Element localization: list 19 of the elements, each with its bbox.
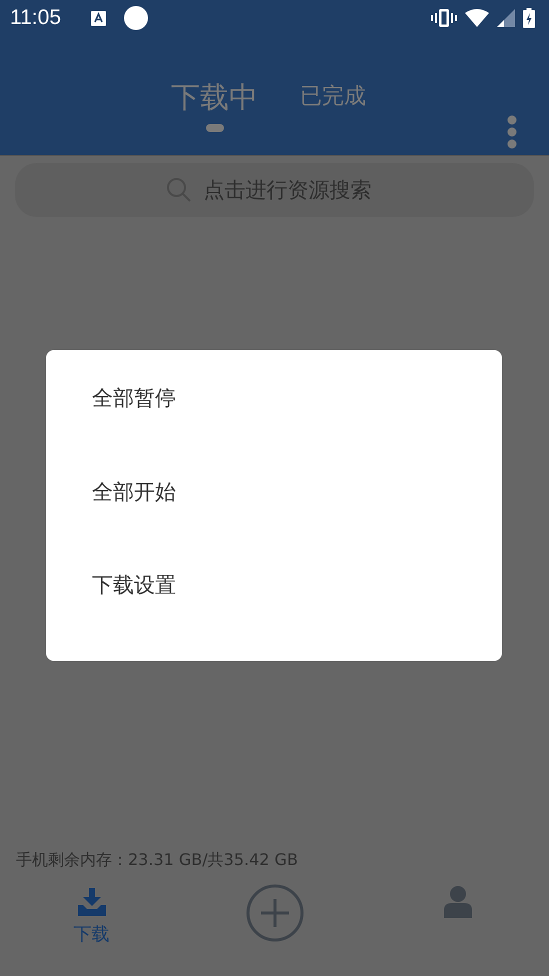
storage-text: 手机剩余内存：23.31 GB/共35.42 GB <box>15 850 299 870</box>
person-icon[interactable] <box>444 886 472 918</box>
nav-label[interactable]: 下载 <box>74 922 110 946</box>
tab[interactable]: 下载中 <box>171 78 258 116</box>
signal-icon <box>497 9 515 27</box>
add-icon[interactable] <box>246 884 304 942</box>
menu-item[interactable]: 全部开始 <box>46 474 502 568</box>
download-icon[interactable] <box>78 888 106 916</box>
tab[interactable]: 已完成 <box>300 78 366 112</box>
status-time: 11:05 <box>10 6 61 30</box>
tab-indicator <box>206 124 224 132</box>
battery-icon <box>523 8 535 28</box>
wifi-icon <box>465 9 489 27</box>
menu-item[interactable]: 全部暂停 <box>46 380 502 474</box>
more-menu-icon[interactable] <box>507 115 517 149</box>
menu-item[interactable]: 下载设置 <box>46 567 502 662</box>
notification-icon <box>91 10 106 26</box>
vibrate-icon <box>431 9 457 27</box>
circle-icon <box>124 6 148 30</box>
